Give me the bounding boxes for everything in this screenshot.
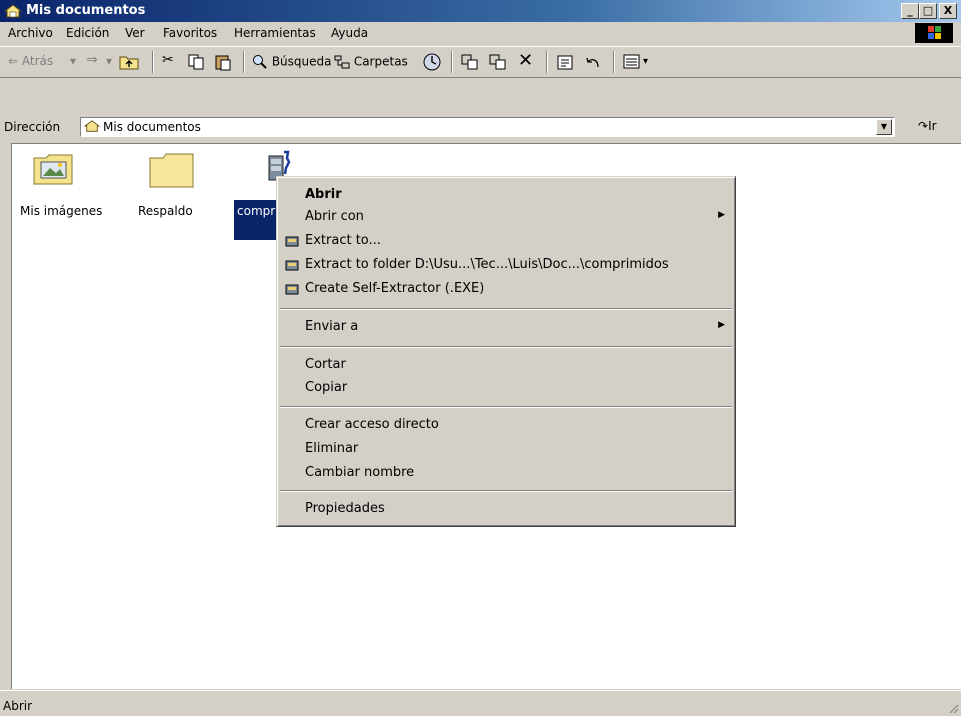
menu-item-propiedades[interactable]: Propiedades [277, 498, 735, 520]
menu-separator [280, 490, 732, 492]
move-to-icon[interactable] [460, 53, 480, 71]
menu-item-abrir[interactable]: Abrir [277, 184, 735, 206]
menu-item-crear-acceso-directo[interactable]: Crear acceso directo [277, 414, 735, 436]
back-button[interactable]: ⇐ Atrás [8, 54, 53, 68]
file-item-mis-imagenes[interactable] [32, 150, 92, 194]
windows-logo-icon [915, 23, 953, 43]
menu-bar: Archivo Edición Ver Favoritos Herramient… [0, 22, 961, 44]
menu-ver[interactable]: Ver [125, 26, 145, 40]
submenu-arrow-icon: ▶ [718, 210, 725, 220]
menu-favoritos[interactable]: Favoritos [163, 26, 217, 40]
folders-icon [334, 55, 350, 69]
menu-archivo[interactable]: Archivo [8, 26, 53, 40]
menu-item-enviar-a[interactable]: Enviar a ▶ [277, 316, 735, 338]
menu-item-copiar[interactable]: Copiar [277, 377, 735, 399]
menu-separator [280, 346, 732, 348]
my-documents-icon [4, 4, 22, 18]
menu-item-abrir-con[interactable]: Abrir con ▶ [277, 206, 735, 228]
up-folder-icon[interactable] [119, 53, 139, 71]
forward-button[interactable]: ⇒ [86, 52, 98, 68]
file-label: compr [237, 204, 276, 218]
back-arrow-icon: ⇐ [8, 54, 19, 68]
forward-history-dropdown[interactable]: ▾ [106, 54, 112, 68]
delete-icon[interactable]: ✕ [518, 50, 533, 71]
folder-icon [149, 153, 194, 188]
go-arrow-icon: ↷ [918, 119, 929, 133]
address-input[interactable]: Mis documentos [80, 117, 895, 137]
selection-highlight: compr [234, 200, 278, 240]
menu-item-create-self-extractor[interactable]: Create Self-Extractor (.EXE) [277, 278, 735, 300]
status-text: Abrir [3, 699, 33, 713]
file-label: Mis imágenes [20, 204, 103, 218]
address-label: Dirección [4, 120, 61, 134]
winzip-icon [285, 236, 299, 247]
resize-grip-icon[interactable] [947, 702, 959, 714]
minimize-button[interactable]: _ [901, 3, 919, 19]
menu-ayuda[interactable]: Ayuda [331, 26, 368, 40]
search-button[interactable]: Búsqueda [252, 54, 332, 70]
menu-item-cambiar-nombre[interactable]: Cambiar nombre [277, 462, 735, 484]
folders-button[interactable]: Carpetas [334, 54, 408, 70]
menu-item-extract-to-folder[interactable]: Extract to folder D:\Usu...\Tec...\Luis\… [277, 254, 735, 276]
address-dropdown-button[interactable]: ▼ [876, 119, 892, 135]
address-bar: Dirección Mis documentos ▼ ↷Ir [0, 114, 961, 140]
views-dropdown[interactable]: ▾ [643, 56, 648, 67]
photos-folder-icon [33, 154, 73, 185]
status-bar: Abrir [0, 690, 961, 716]
winzip-icon [285, 260, 299, 271]
go-button[interactable]: ↷Ir [918, 119, 937, 133]
cut-icon[interactable]: ✂ [162, 52, 174, 68]
my-documents-icon [84, 120, 100, 132]
file-item-respaldo[interactable] [148, 150, 198, 194]
address-value: Mis documentos [103, 120, 201, 134]
search-icon [253, 55, 267, 69]
menu-item-cortar[interactable]: Cortar [277, 354, 735, 376]
context-menu: Abrir Abrir con ▶ Extract to... Extract … [276, 176, 736, 527]
menu-separator [280, 308, 732, 310]
maximize-button[interactable]: □ [919, 3, 937, 19]
menu-item-eliminar[interactable]: Eliminar [277, 438, 735, 460]
submenu-arrow-icon: ▶ [718, 320, 725, 330]
file-label: Respaldo [138, 204, 193, 218]
menu-edicion[interactable]: Edición [66, 26, 109, 40]
winzip-icon [285, 284, 299, 295]
copy-to-icon[interactable] [488, 53, 508, 71]
standard-toolbar: ⇐ Atrás ▾ ⇒ ▾ ✂ Búsqueda Carpetas ✕ ▾ [0, 46, 961, 78]
menu-separator [280, 406, 732, 408]
history-icon[interactable] [422, 52, 442, 72]
menu-item-extract-to[interactable]: Extract to... [277, 230, 735, 252]
back-history-dropdown[interactable]: ▾ [70, 54, 76, 68]
copy-icon[interactable] [187, 53, 205, 71]
undo-icon[interactable] [583, 53, 603, 71]
close-button[interactable]: X [939, 3, 957, 19]
paste-icon[interactable] [214, 53, 232, 71]
title-bar[interactable]: Mis documentos _ □ X [0, 0, 961, 22]
window-title: Mis documentos [26, 3, 146, 18]
properties-icon[interactable] [556, 53, 576, 71]
views-icon[interactable] [622, 53, 642, 71]
menu-herramientas[interactable]: Herramientas [234, 26, 316, 40]
